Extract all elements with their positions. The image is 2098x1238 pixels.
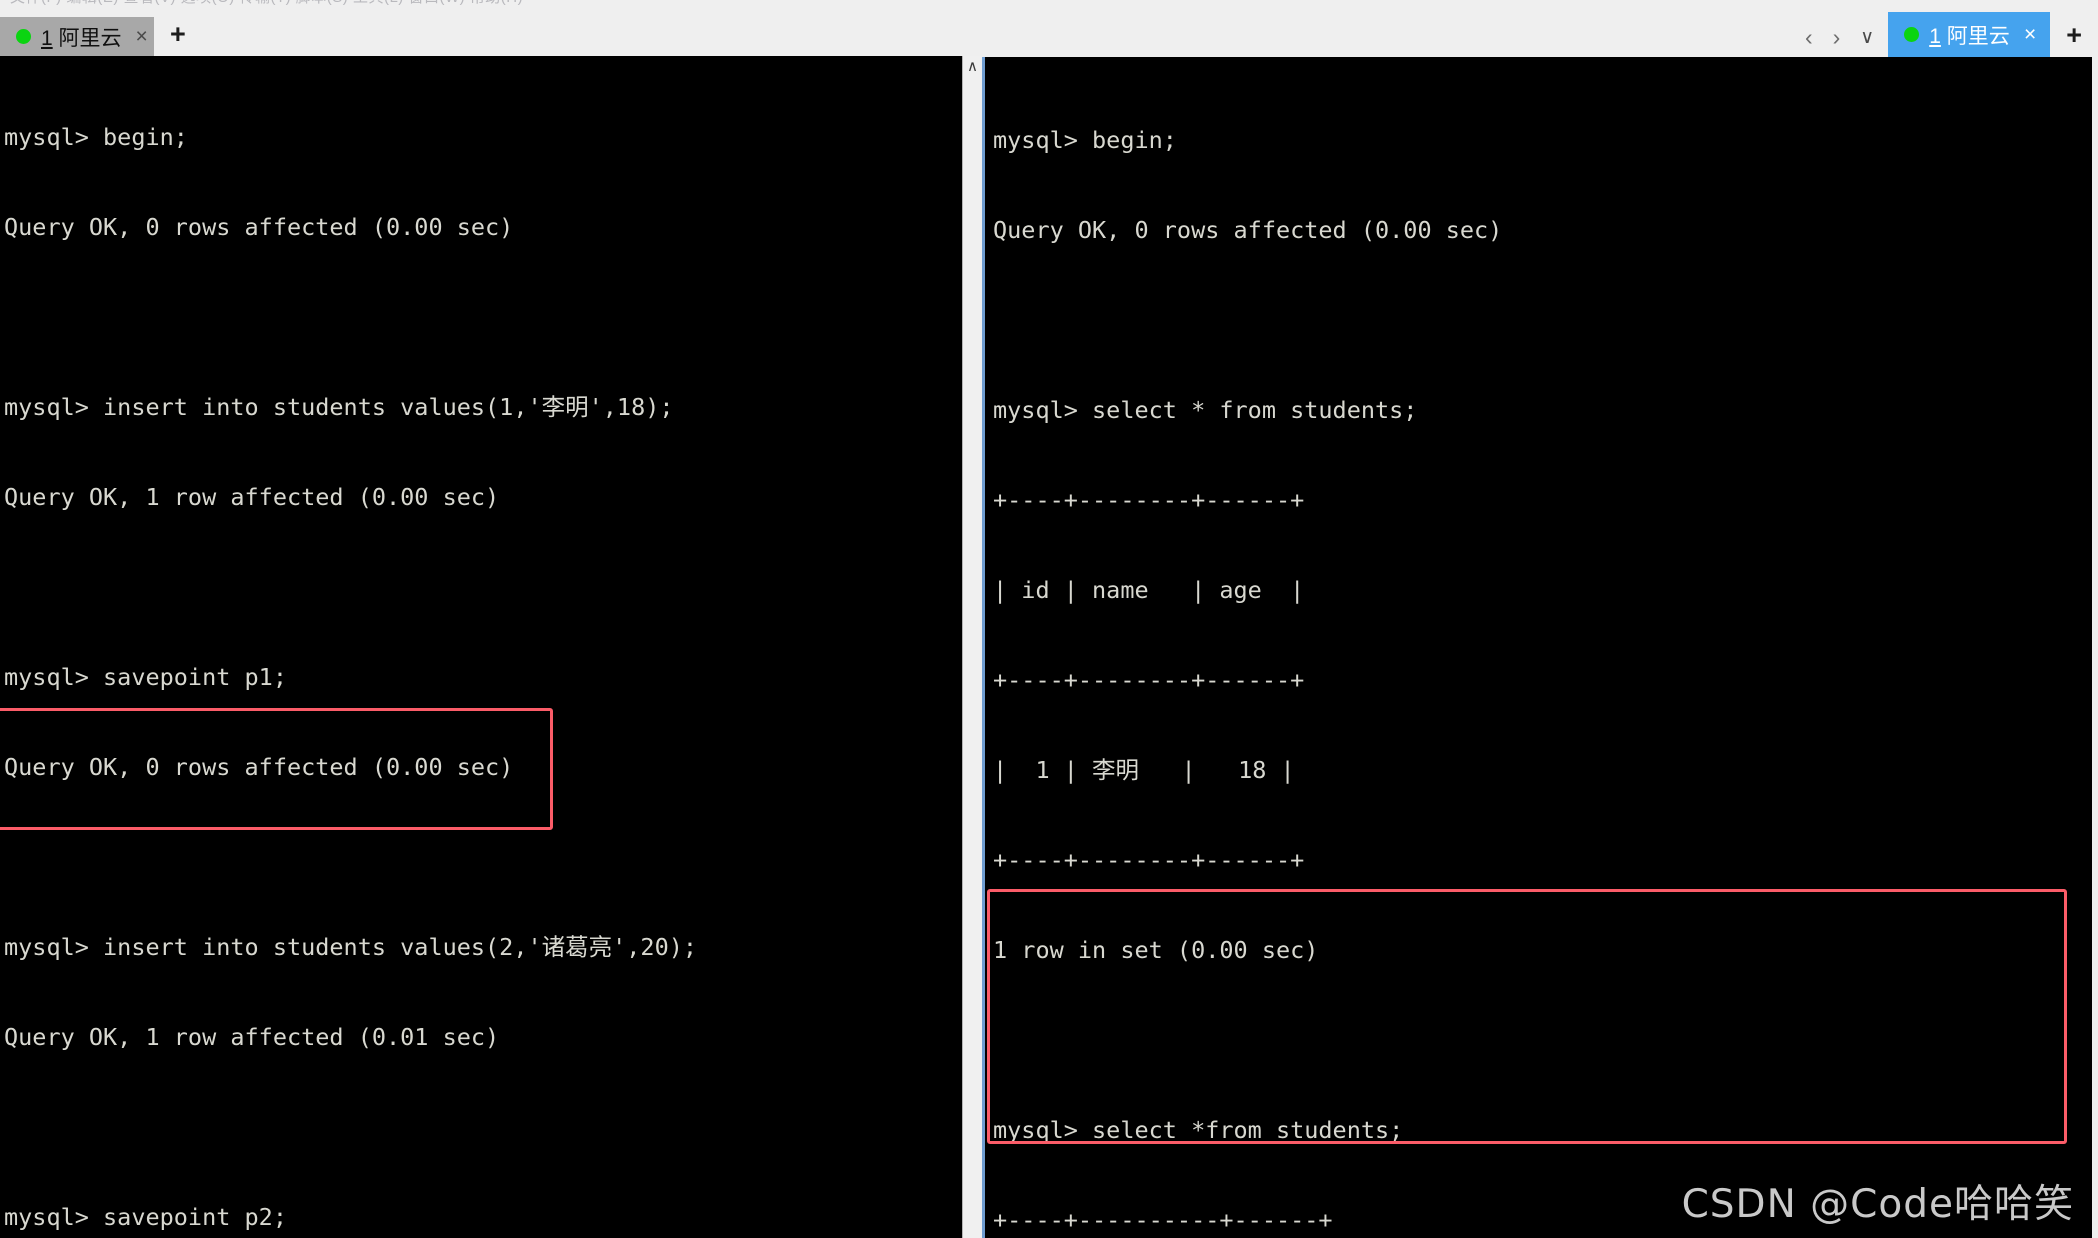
left-tab-title: 阿里云 bbox=[58, 26, 122, 50]
right-tab-index: 1 bbox=[1929, 24, 1941, 48]
terminal-table-border: +----+--------+------+ bbox=[993, 486, 1305, 514]
terminal-table-header: | id | name | age | bbox=[993, 576, 1305, 604]
new-tab-button[interactable]: + bbox=[2050, 22, 2098, 49]
right-tab-bar: ‹ › ∨ 1 阿里云 × + bbox=[982, 0, 2098, 57]
terminal-line: Query OK, 0 rows affected (0.00 sec) bbox=[4, 753, 514, 781]
terminal-table-border: +----+--------+------+ bbox=[993, 666, 1305, 694]
next-tab-icon[interactable]: › bbox=[1833, 26, 1841, 49]
terminal-line: mysql> begin; bbox=[993, 126, 1177, 154]
green-dot-icon bbox=[1904, 27, 1920, 42]
screen: 文件(F) 编辑(E) 查看(V) 选项(O) 传输(T) 脚本(S) 工具(L… bbox=[0, 0, 2098, 1238]
left-tab-index: 1 bbox=[41, 26, 53, 50]
terminal-line: Query OK, 1 row affected (0.00 sec) bbox=[4, 483, 500, 511]
left-tab-bar: 1 阿里云 × + bbox=[0, 9, 982, 56]
left-terminal-output[interactable]: mysql> begin; Query OK, 0 rows affected … bbox=[0, 56, 962, 1238]
highlight-box-select bbox=[987, 889, 2067, 1144]
terminal-line: Query OK, 1 row affected (0.01 sec) bbox=[4, 1023, 500, 1051]
right-terminal-window: ‹ › ∨ 1 阿里云 × + mysql> begin; Query OK, … bbox=[982, 0, 2098, 1238]
left-terminal-area: mysql> begin; Query OK, 0 rows affected … bbox=[0, 56, 982, 1238]
right-tab-aliyun[interactable]: 1 阿里云 × bbox=[1888, 12, 2051, 57]
chevron-down-icon[interactable]: ∨ bbox=[1860, 28, 1874, 47]
terminal-line: mysql> savepoint p2; bbox=[4, 1203, 287, 1231]
terminal-line: Query OK, 0 rows affected (0.00 sec) bbox=[993, 216, 1503, 244]
right-tab-title: 阿里云 bbox=[1946, 24, 2010, 48]
terminal-line: mysql> savepoint p1; bbox=[4, 663, 287, 691]
left-tab-aliyun[interactable]: 1 阿里云 × bbox=[0, 17, 154, 56]
terminal-table-border: +----+--------+------+ bbox=[993, 846, 1305, 874]
terminal-line: mysql> select * from students; bbox=[993, 396, 1418, 424]
terminal-line: mysql> begin; bbox=[4, 123, 188, 151]
left-terminal-window: 1 阿里云 × + mysql> begin; Query OK, 0 rows… bbox=[0, 9, 982, 1238]
left-tab-label: 1 阿里云 bbox=[41, 22, 122, 52]
close-icon[interactable]: × bbox=[2020, 23, 2036, 47]
tab-nav-controls: ‹ › ∨ bbox=[1805, 26, 1874, 49]
terminal-table-row: | 1 | 李明 | 18 | bbox=[993, 756, 1295, 784]
terminal-line: Query OK, 0 rows affected (0.00 sec) bbox=[4, 213, 514, 241]
watermark-text: CSDN @Code哈哈笑 bbox=[1681, 1182, 2074, 1227]
right-terminal-output[interactable]: mysql> begin; Query OK, 0 rows affected … bbox=[982, 57, 2092, 1238]
close-icon[interactable]: × bbox=[132, 25, 148, 49]
menu-bar-text: 文件(F) 编辑(E) 查看(V) 选项(O) 传输(T) 脚本(S) 工具(L… bbox=[10, 0, 523, 7]
green-dot-icon bbox=[16, 29, 31, 44]
right-tab-label: 1 阿里云 bbox=[1929, 20, 2010, 50]
scroll-up-arrow-icon[interactable]: ∧ bbox=[963, 58, 982, 76]
prev-tab-icon[interactable]: ‹ bbox=[1805, 26, 1813, 49]
terminal-rowcount: 1 row in set (0.00 sec) bbox=[993, 936, 1319, 964]
terminal-line: mysql> select *from students; bbox=[993, 1116, 1404, 1144]
terminal-line: mysql> insert into students values(2,'诸葛… bbox=[4, 933, 698, 961]
new-tab-button[interactable]: + bbox=[154, 21, 202, 48]
terminal-line: mysql> insert into students values(1,'李明… bbox=[4, 393, 674, 421]
left-terminal-scrollbar[interactable]: ∧ bbox=[962, 56, 982, 1238]
